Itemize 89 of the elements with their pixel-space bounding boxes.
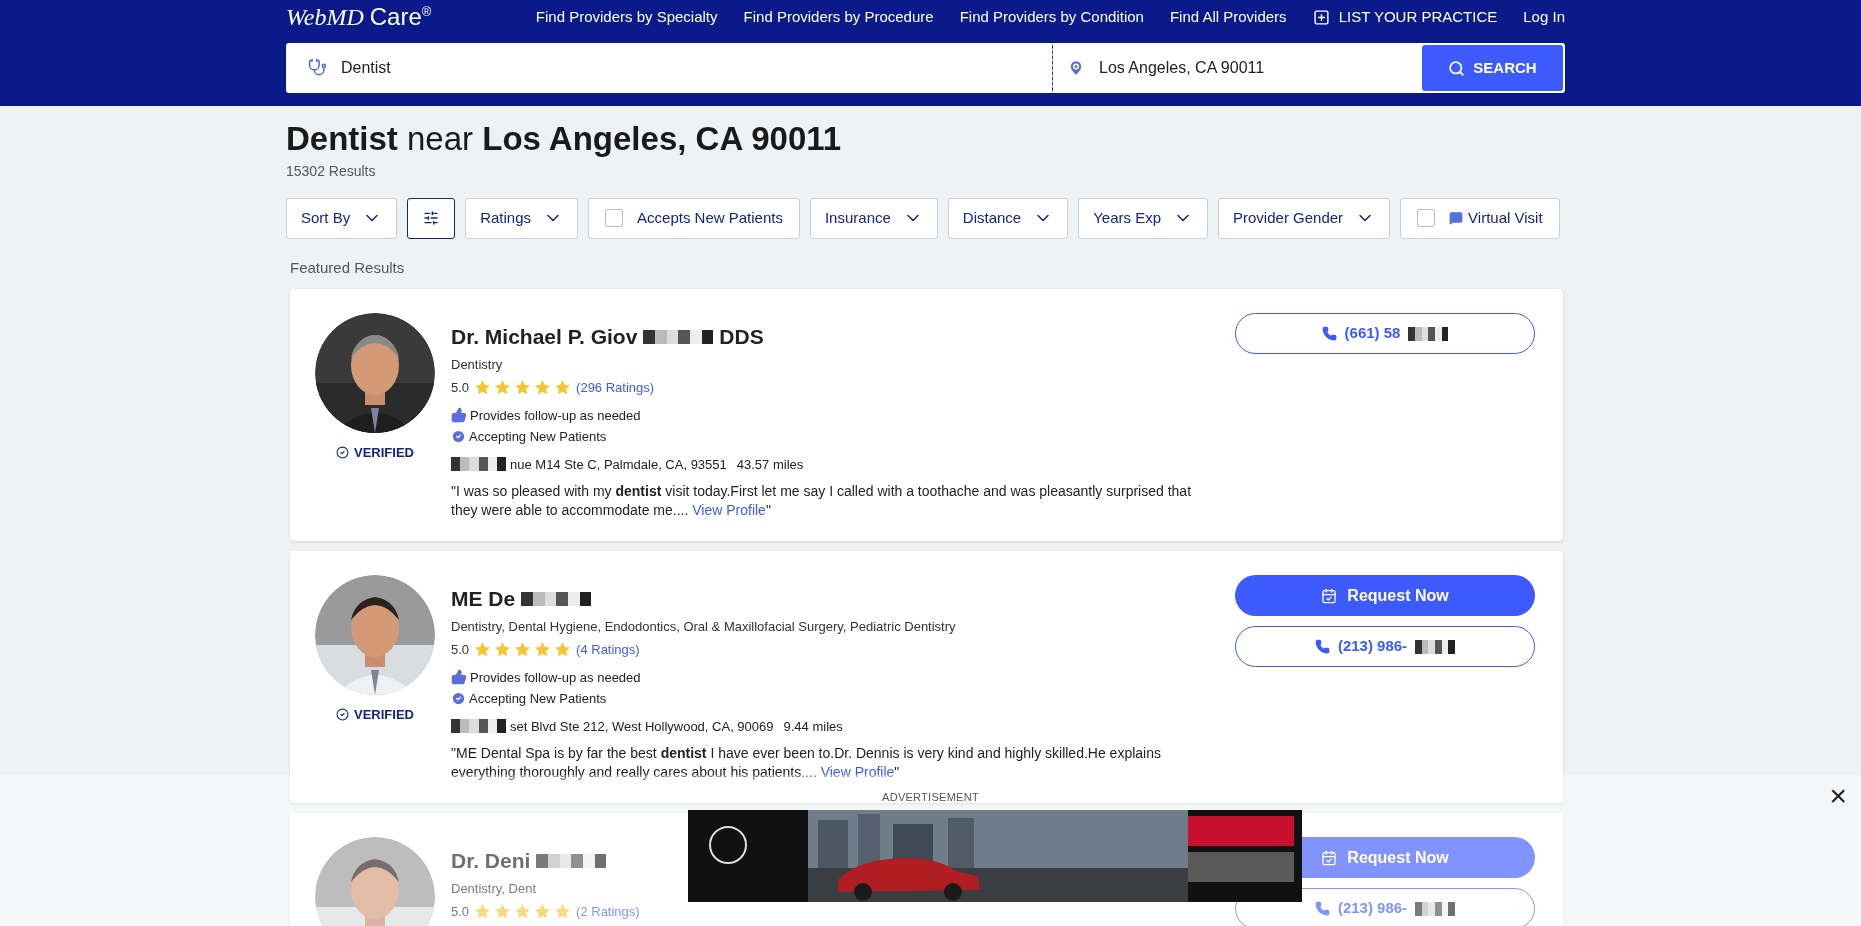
star-icon: [494, 903, 512, 921]
list-practice-link[interactable]: LIST YOUR PRACTICE: [1312, 5, 1498, 29]
filter-dropdown[interactable]: Ratings: [465, 197, 579, 239]
provider-name[interactable]: Dr. Michael P. Giov: [451, 321, 638, 353]
filter-dropdown[interactable]: Years Exp: [1078, 197, 1208, 239]
ratings-link[interactable]: (4 Ratings): [576, 640, 640, 660]
star-icon: [554, 379, 572, 397]
nav-link[interactable]: Find Providers by Procedure: [743, 5, 934, 29]
provider-name[interactable]: ME De: [451, 583, 516, 615]
filter-checkbox[interactable]: Accepts New Patients: [588, 197, 800, 239]
specialties: Dentistry, Dent: [451, 879, 537, 898]
nav-link[interactable]: Find All Providers: [1169, 5, 1287, 29]
plus-square-icon: [1312, 8, 1330, 26]
filter-dropdown[interactable]: Provider Gender: [1218, 197, 1391, 239]
verified-icon: [336, 446, 349, 460]
filter-dropdown[interactable]: Sort By: [286, 197, 398, 239]
phone-button[interactable]: (213) 986-: [1235, 626, 1535, 668]
star-icon: [534, 903, 552, 921]
sliders-icon: [423, 210, 440, 227]
view-profile-link[interactable]: View Profile: [820, 764, 895, 781]
address: nue M14 Ste C, Palmdale, CA, 93551: [510, 455, 727, 474]
phone-icon: [1321, 326, 1337, 342]
review-text: "I was so pleased with my dentist visit today.First let me say I called with a toothache and was pleasantly surprised that they were able to accommodate me.... View Profile": [451, 482, 1193, 521]
thumbs-up-icon: [451, 669, 467, 686]
chat-icon: [1449, 211, 1464, 226]
nav-link[interactable]: Find Providers by Specialty: [535, 5, 718, 29]
map-pin-icon: [1067, 59, 1085, 77]
filter-dropdown[interactable]: Distance: [947, 197, 1069, 239]
ratings-link[interactable]: (296 Ratings): [576, 378, 655, 398]
distance: 9.44 miles: [783, 717, 843, 736]
ad-label: ADVERTISEMENT: [882, 790, 979, 805]
verified-icon: [336, 708, 349, 722]
search-button[interactable]: SEARCH: [1422, 45, 1563, 91]
feature-text: Accepting New Patients: [469, 428, 607, 447]
search-icon: [1448, 59, 1466, 77]
close-button[interactable]: ×: [1829, 781, 1847, 811]
phone-icon: [1314, 639, 1330, 655]
star-icon: [474, 903, 492, 921]
star-icon: [554, 641, 572, 659]
filter-label: Accepts New Patients: [637, 207, 783, 228]
filter-settings-button[interactable]: [407, 197, 456, 239]
check-icon: [451, 429, 466, 445]
filter-dropdown[interactable]: Insurance: [809, 197, 938, 239]
address: set Blvd Ste 212, West Hollywood, CA, 90069: [510, 717, 774, 736]
checkbox[interactable]: [605, 209, 624, 228]
rating-value: 5.0: [451, 903, 470, 922]
star-icon: [474, 379, 492, 397]
nav-link[interactable]: Find Providers by Condition: [959, 5, 1144, 29]
check-icon: [451, 691, 466, 707]
feature-text: Accepting New Patients: [469, 690, 607, 709]
phone-button[interactable]: (661) 58: [1235, 313, 1535, 355]
star-icon: [534, 379, 552, 397]
star-icon: [514, 903, 532, 921]
calendar-icon: [1321, 849, 1338, 866]
logo[interactable]: WebMD Care®: [286, 5, 432, 29]
page-title: Dentist near Los Angeles, CA 90011: [286, 119, 843, 159]
review-text: "ME Dental Spa is by far the best dentist I have ever been to.Dr. Dennis is very kind and highly skilled.He explains everything thoroughly and really cares about his patients.... View Profile": [451, 744, 1162, 783]
verified-label: VERIFIED: [354, 706, 414, 725]
star-icon: [554, 903, 572, 921]
feature-text: Provides follow-up as needed: [470, 668, 641, 687]
provider-credential: DDS: [719, 324, 764, 351]
request-now-button[interactable]: Request Now: [1235, 575, 1535, 617]
search-field[interactable]: Dentist: [286, 43, 1052, 93]
filter-label: Virtual Visit: [1468, 207, 1543, 228]
stethoscope-icon: [308, 58, 327, 77]
thumbs-up-icon: [451, 407, 467, 424]
provider-name[interactable]: Dr. Deni: [451, 845, 531, 877]
phone-icon: [1314, 901, 1330, 917]
star-icon: [494, 641, 512, 659]
star-icon: [474, 641, 492, 659]
rating-value: 5.0: [451, 379, 470, 398]
rating-value: 5.0: [451, 641, 470, 660]
distance: 43.57 miles: [736, 455, 804, 474]
checkbox[interactable]: [1417, 209, 1436, 228]
calendar-icon: [1321, 587, 1338, 604]
location-field[interactable]: Los Angeles, CA 90011: [1053, 43, 1422, 93]
star-icon: [514, 641, 532, 659]
view-profile-link[interactable]: View Profile: [692, 502, 766, 519]
star-icon: [514, 379, 532, 397]
results-count: 15302 Results: [286, 161, 377, 181]
feature-text: Provides follow-up as needed: [470, 406, 641, 425]
login-link[interactable]: Log In: [1523, 5, 1565, 29]
filter-checkbox[interactable]: Virtual Visit: [1400, 197, 1560, 239]
star-icon: [494, 379, 512, 397]
star-icon: [534, 641, 552, 659]
verified-label: VERIFIED: [354, 444, 414, 463]
specialties: Dentistry, Dental Hygiene, Endodontics, Oral & Maxillofacial Surgery, Pediatric Dentistry: [451, 617, 957, 636]
specialties: Dentistry: [451, 355, 504, 374]
section-label: Featured Results: [290, 257, 406, 278]
